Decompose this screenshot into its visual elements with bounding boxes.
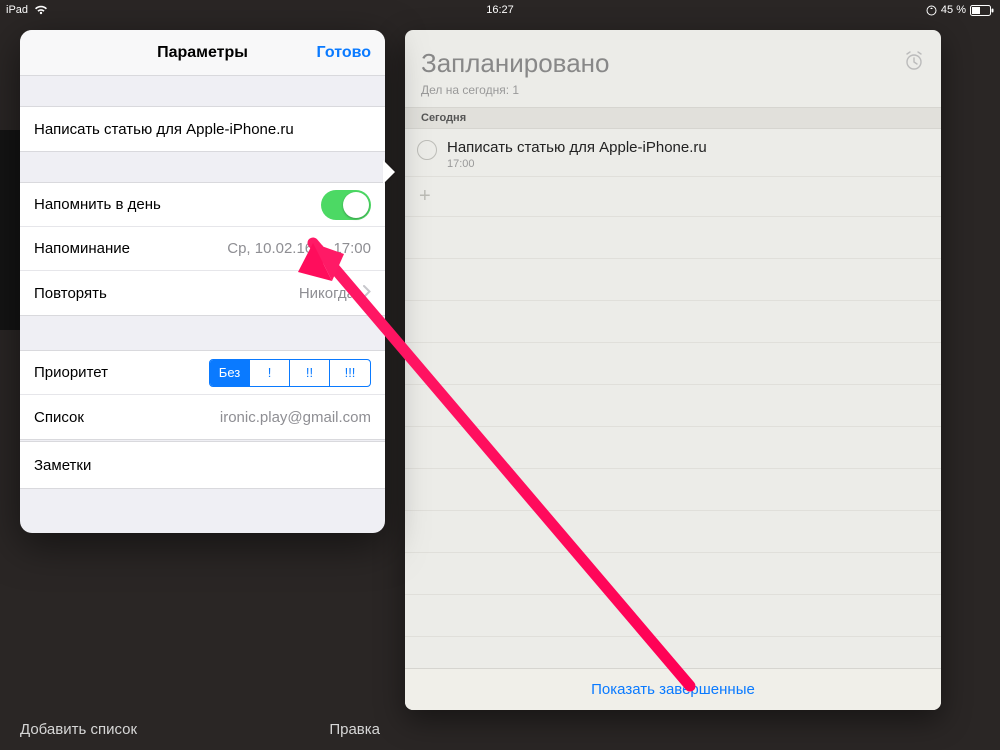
empty-row xyxy=(405,595,941,637)
empty-row xyxy=(405,217,941,259)
priority-cell: Приоритет Без ! !! !!! xyxy=(20,351,385,395)
repeat-label: Повторять xyxy=(34,285,107,302)
reminder-title-field: Написать статью для Apple-iPhone.ru xyxy=(34,121,294,138)
done-button[interactable]: Готово xyxy=(317,44,371,62)
priority-seg-none[interactable]: Без xyxy=(210,360,250,386)
wifi-icon xyxy=(34,5,48,15)
alarm-icon xyxy=(903,48,925,79)
priority-segmented[interactable]: Без ! !! !!! xyxy=(209,359,371,387)
popover-pointer xyxy=(383,160,395,184)
show-completed-link[interactable]: Показать завершенные xyxy=(591,681,755,698)
empty-row xyxy=(405,553,941,595)
notes-cell[interactable]: Заметки xyxy=(20,442,385,488)
repeat-cell[interactable]: Повторять Никогда xyxy=(20,271,385,315)
remind-on-day-label: Напомнить в день xyxy=(34,196,161,213)
repeat-value: Никогда xyxy=(299,285,355,302)
panel-subtitle: Дел на сегодня: 1 xyxy=(421,83,925,97)
reminder-radio[interactable] xyxy=(417,140,437,160)
popover-header: Параметры Готово xyxy=(20,30,385,76)
reminders-panel: Запланировано Дел на сегодня: 1 Сегодня … xyxy=(405,30,941,710)
priority-seg-med[interactable]: !! xyxy=(290,360,330,386)
empty-row xyxy=(405,511,941,553)
sync-icon xyxy=(926,5,937,16)
priority-seg-high[interactable]: !!! xyxy=(330,360,370,386)
edit-button[interactable]: Правка xyxy=(329,721,380,738)
add-reminder-button[interactable]: + xyxy=(405,177,941,217)
battery-text: 45 % xyxy=(941,4,966,16)
priority-label: Приоритет xyxy=(34,364,108,381)
list-value: ironic.play@gmail.com xyxy=(220,409,371,426)
remind-on-day-cell: Напомнить в день xyxy=(20,183,385,227)
priority-seg-low[interactable]: ! xyxy=(250,360,290,386)
sidebar-dark-stripe xyxy=(0,130,20,330)
remind-on-day-toggle[interactable] xyxy=(321,190,371,220)
chevron-right-icon xyxy=(363,285,371,302)
panel-title: Запланировано xyxy=(421,48,903,79)
alarm-value: Ср, 10.02.16 г., 17:00 xyxy=(227,240,371,257)
reminder-title: Написать статью для Apple-iPhone.ru xyxy=(447,139,707,156)
battery-icon xyxy=(970,5,994,16)
clock-time: 16:27 xyxy=(486,4,514,16)
popover-title: Параметры xyxy=(157,44,248,62)
panel-footer: Показать завершенные xyxy=(405,668,941,710)
reminder-item[interactable]: Написать статью для Apple-iPhone.ru 17:0… xyxy=(405,129,941,177)
device-label: iPad xyxy=(6,4,28,16)
details-popover: Параметры Готово Написать статью для App… xyxy=(20,30,385,533)
list-cell[interactable]: Список ironic.play@gmail.com xyxy=(20,395,385,439)
list-label: Список xyxy=(34,409,84,426)
reminder-time: 17:00 xyxy=(447,158,707,170)
status-bar: iPad 16:27 45 % xyxy=(0,0,1000,20)
add-list-button[interactable]: Добавить список xyxy=(20,721,137,738)
notes-label: Заметки xyxy=(34,457,91,474)
alarm-label: Напоминание xyxy=(34,240,130,257)
empty-row xyxy=(405,343,941,385)
empty-row xyxy=(405,427,941,469)
empty-row xyxy=(405,385,941,427)
empty-row xyxy=(405,259,941,301)
section-header: Сегодня xyxy=(405,107,941,129)
reminder-title-cell[interactable]: Написать статью для Apple-iPhone.ru xyxy=(20,107,385,151)
empty-row xyxy=(405,301,941,343)
empty-row xyxy=(405,469,941,511)
bottom-toolbar: Добавить список Правка xyxy=(0,708,400,750)
alarm-cell[interactable]: Напоминание Ср, 10.02.16 г., 17:00 xyxy=(20,227,385,271)
